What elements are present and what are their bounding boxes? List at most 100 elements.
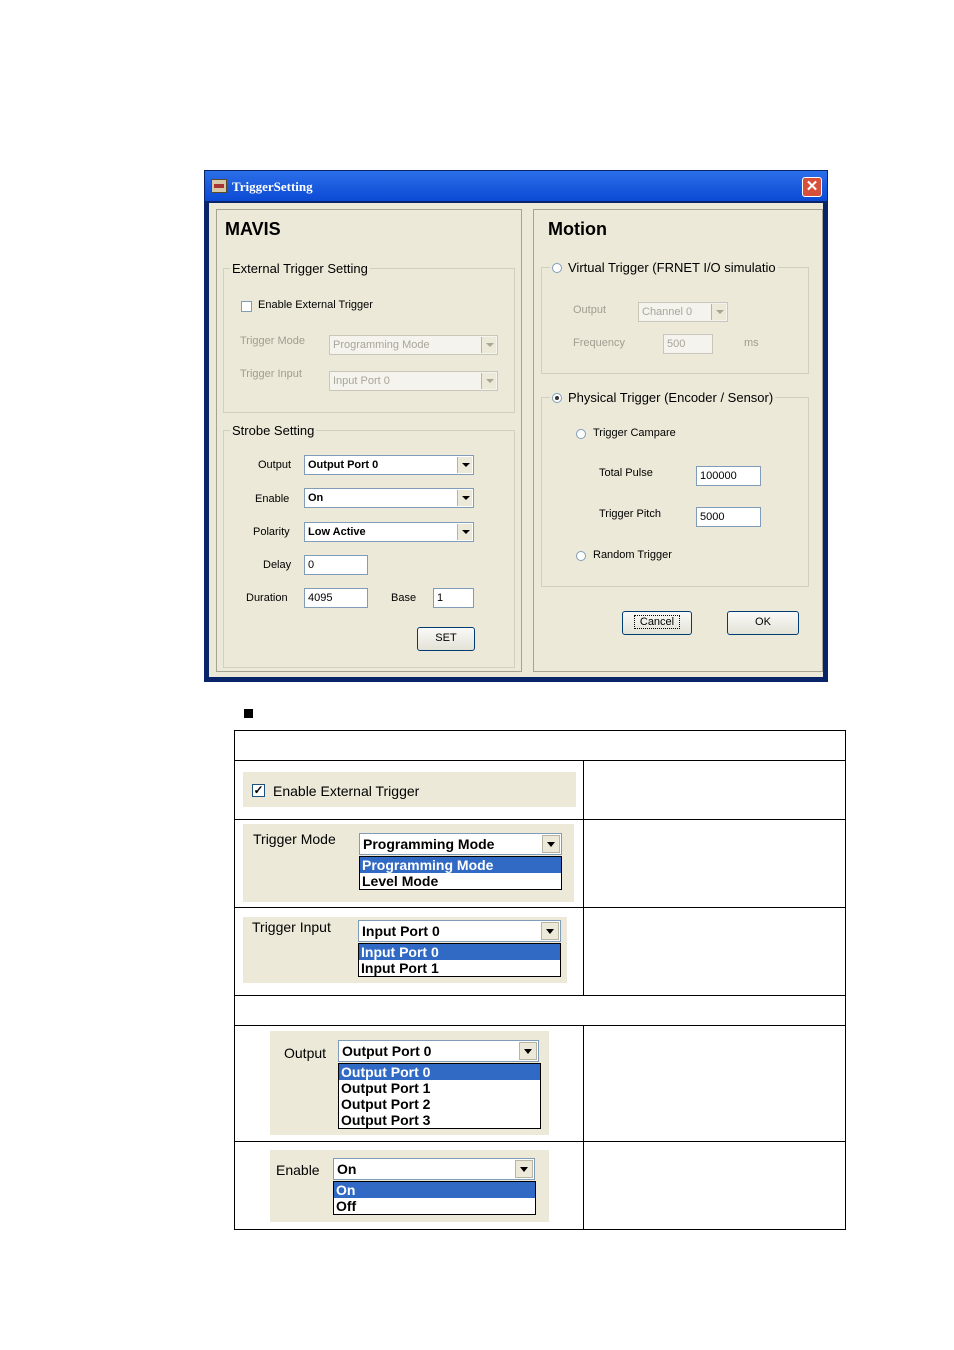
mavis-pane: MAVIS External Trigger Setting Enable Ex… (216, 209, 522, 672)
trigger-input-image: Trigger Input Input Port 0 Input Port 0 … (243, 917, 567, 983)
trigger-pitch-input[interactable]: 5000 (696, 507, 761, 527)
list-item[interactable]: Off (334, 1198, 535, 1214)
description-cell (583, 907, 846, 996)
physical-trigger-radio[interactable] (552, 393, 562, 403)
trigger-setting-window: TriggerSetting ✕ MAVIS External Trigger … (204, 170, 828, 682)
chevron-down-icon (457, 490, 472, 506)
list-item[interactable]: Output Port 1 (339, 1080, 540, 1096)
motion-title: Motion (548, 219, 607, 239)
strobe-base-input[interactable]: 1 (433, 588, 474, 608)
chevron-down-icon (481, 337, 496, 353)
total-pulse-label: Total Pulse (599, 467, 653, 479)
table-header-row (234, 730, 846, 761)
close-button[interactable]: ✕ (802, 177, 822, 197)
list-item[interactable]: Output Port 2 (339, 1096, 540, 1112)
trigger-compare-radio[interactable] (576, 429, 586, 439)
close-icon: ✕ (805, 178, 819, 195)
trigger-compare-label: Trigger Campare (593, 427, 676, 439)
motion-pane: Motion Virtual Trigger (FRNET I/O simula… (533, 209, 823, 672)
frequency-input[interactable]: 500 (663, 334, 713, 354)
strobe-enable-value: On (308, 492, 324, 504)
strobe-delay-input[interactable]: 0 (304, 555, 368, 575)
chevron-down-icon (515, 1160, 533, 1178)
virtual-trigger-legend: Virtual Trigger (FRNET I/O simulatio (550, 260, 778, 275)
trigger-input-select[interactable]: Input Port 0 (329, 371, 498, 391)
output-dropdown[interactable]: Output Port 0 (338, 1040, 539, 1062)
trigger-mode-options: Programming Mode Level Mode (359, 856, 562, 890)
ok-button[interactable]: OK (727, 611, 799, 635)
virtual-trigger-group: Virtual Trigger (FRNET I/O simulatio Out… (541, 260, 809, 374)
window-title: TriggerSetting (232, 179, 313, 194)
strobe-enable-label: Enable (255, 493, 290, 505)
list-item[interactable]: Output Port 0 (339, 1064, 540, 1080)
strobe-polarity-select[interactable]: Low Active (304, 522, 474, 542)
trigger-mode-dropdown-value: Programming Mode (363, 836, 495, 852)
random-trigger-radio[interactable] (576, 551, 586, 561)
trigger-mode-value: Programming Mode (333, 339, 430, 351)
strobe-duration-input[interactable]: 4095 (304, 588, 368, 608)
physical-trigger-legend: Physical Trigger (Encoder / Sensor) (550, 390, 776, 405)
enable-dropdown-value: On (337, 1161, 357, 1177)
output-dropdown-value: Output Port 0 (342, 1043, 432, 1059)
strobe-enable-select[interactable]: On (304, 488, 474, 508)
frequency-unit: ms (744, 337, 759, 349)
enable-external-trigger-label: Enable External Trigger (258, 299, 373, 311)
list-item[interactable]: Input Port 0 (359, 944, 560, 960)
strobe-delay-label: Delay (263, 559, 292, 571)
set-button[interactable]: SET (417, 627, 475, 651)
strobe-output-value: Output Port 0 (308, 459, 379, 471)
list-item[interactable]: Level Mode (360, 873, 561, 889)
trigger-mode-image: Trigger Mode Programming Mode Programmin… (243, 824, 574, 902)
table-row: Trigger Mode Programming Mode Programmin… (234, 819, 846, 908)
trigger-input-dropdown-value: Input Port 0 (362, 923, 440, 939)
trigger-mode-select[interactable]: Programming Mode (329, 335, 498, 355)
enable-trigger-text: Enable External Trigger (273, 783, 420, 799)
strobe-base-label: Base (391, 592, 417, 604)
strobe-duration-label: Duration (246, 592, 288, 604)
virtual-output-label: Output (573, 304, 607, 316)
output-image: Output Output Port 0 Output Port 0 Outpu… (270, 1031, 549, 1135)
trigger-input-options: Input Port 0 Input Port 1 (358, 943, 561, 977)
trigger-input-value: Input Port 0 (333, 375, 390, 387)
virtual-trigger-label: Virtual Trigger (FRNET I/O simulatio (568, 260, 776, 275)
cancel-button[interactable]: Cancel (622, 611, 692, 635)
chevron-down-icon (541, 922, 559, 940)
strobe-polarity-value: Low Active (308, 526, 366, 538)
chevron-down-icon (542, 835, 560, 853)
chevron-down-icon (711, 304, 726, 320)
title-bar[interactable]: TriggerSetting ✕ (205, 171, 827, 201)
app-icon (211, 179, 227, 193)
trigger-input-dropdown[interactable]: Input Port 0 (358, 920, 561, 942)
dialog-client: MAVIS External Trigger Setting Enable Ex… (209, 203, 823, 677)
list-item[interactable]: On (334, 1182, 535, 1198)
enable-trigger-image: ✓ Enable External Trigger (243, 772, 576, 807)
table-section-row (234, 995, 846, 1026)
total-pulse-input[interactable]: 100000 (696, 466, 761, 486)
trigger-mode-text: Trigger Mode (253, 831, 336, 847)
external-trigger-group-label: External Trigger Setting (230, 261, 370, 276)
list-item[interactable]: Input Port 1 (359, 960, 560, 976)
random-trigger-label: Random Trigger (593, 549, 672, 561)
trigger-input-text: Trigger Input (252, 919, 331, 935)
virtual-output-select[interactable]: Channel 0 (638, 302, 728, 322)
strobe-output-select[interactable]: Output Port 0 (304, 455, 474, 475)
virtual-trigger-radio[interactable] (552, 263, 562, 273)
trigger-mode-dropdown[interactable]: Programming Mode (359, 833, 562, 855)
table-row: Output Output Port 0 Output Port 0 Outpu… (234, 1025, 846, 1142)
trigger-input-label: Trigger Input (240, 368, 302, 380)
enable-dropdown[interactable]: On (333, 1158, 535, 1180)
frequency-label: Frequency (573, 337, 625, 349)
cancel-button-label: Cancel (633, 615, 681, 629)
strobe-polarity-label: Polarity (253, 526, 290, 538)
list-item[interactable]: Programming Mode (360, 857, 561, 873)
enable-external-trigger-checkbox[interactable] (241, 301, 252, 312)
enable-options: On Off (333, 1181, 536, 1215)
description-cell (583, 1141, 846, 1230)
table-row: ✓ Enable External Trigger (234, 760, 846, 820)
list-item[interactable]: Output Port 3 (339, 1112, 540, 1128)
enable-trigger-checkbox[interactable]: ✓ (252, 784, 265, 797)
chevron-down-icon (481, 373, 496, 389)
enable-text: Enable (276, 1162, 320, 1178)
chevron-down-icon (519, 1042, 537, 1060)
strobe-output-label: Output (258, 459, 292, 471)
